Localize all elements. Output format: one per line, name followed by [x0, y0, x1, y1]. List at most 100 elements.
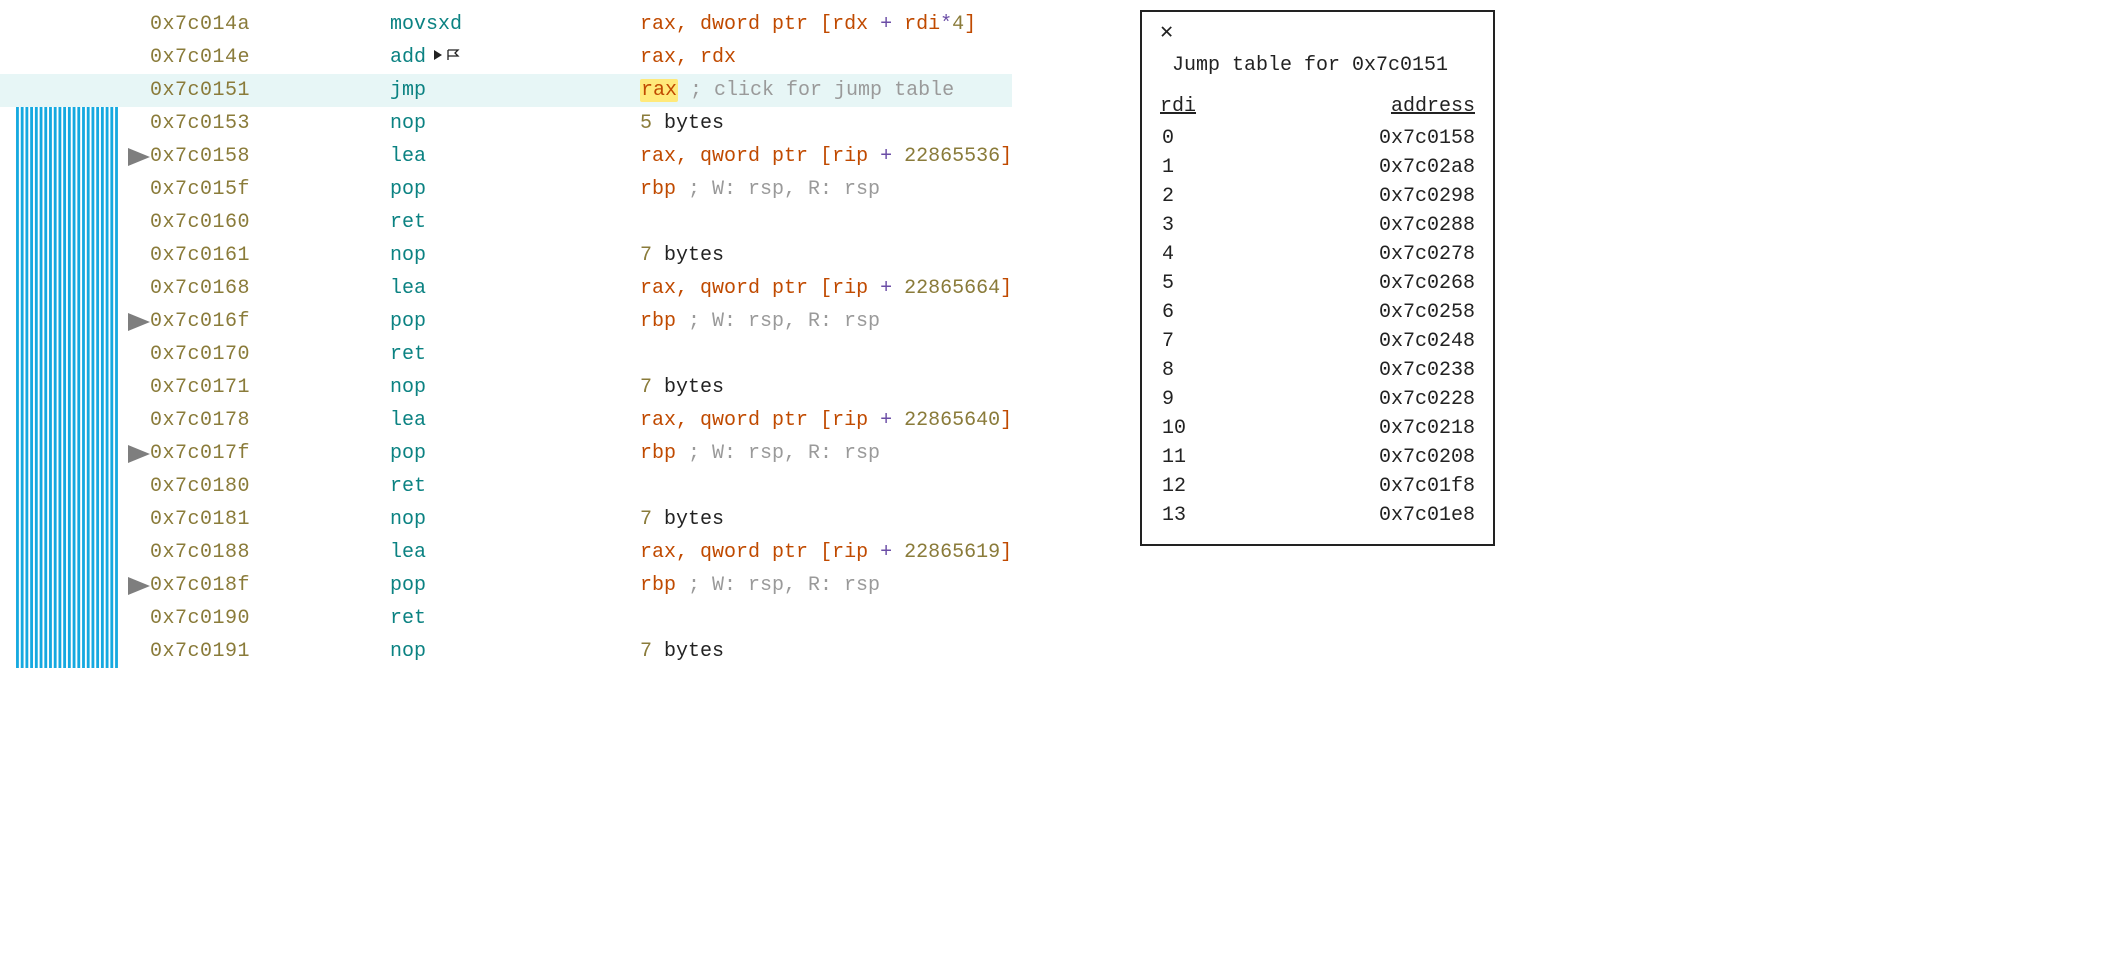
address: 0x7c0190	[150, 602, 390, 635]
operand-token: ,	[676, 13, 700, 36]
jump-table-address: 0x7c0218	[1246, 414, 1475, 443]
operand-token: ]	[1000, 409, 1012, 432]
disassembly-row[interactable]: 0x7c0168learax, qword ptr [rip + 2286566…	[0, 272, 1012, 305]
disassembly-row[interactable]: 0x7c0180ret	[0, 470, 1012, 503]
close-icon[interactable]: ✕	[1160, 22, 1173, 44]
jump-table-row[interactable]: 20x7c0298	[1160, 182, 1475, 211]
operand-token: dword ptr	[700, 13, 820, 36]
operand-token: 22865536	[904, 145, 1000, 168]
jump-table-index: 12	[1160, 472, 1246, 501]
operand-token: ,	[676, 277, 700, 300]
disassembly-row[interactable]: 0x7c015fpoprbp ; W: rsp, R: rsp	[0, 173, 1012, 206]
disassembly-row[interactable]: 0x7c0161nop7 bytes	[0, 239, 1012, 272]
address: 0x7c0158	[150, 140, 390, 173]
jump-table-address: 0x7c0268	[1246, 269, 1475, 298]
disassembly-row[interactable]: 0x7c0151jmprax ; click for jump table	[0, 74, 1012, 107]
disassembly-row[interactable]: 0x7c014eaddrax, rdx	[0, 41, 1012, 74]
jump-table-row[interactable]: 50x7c0268	[1160, 269, 1475, 298]
operand-token: bytes	[652, 376, 724, 399]
jump-table-index: 2	[1160, 182, 1246, 211]
operand-token: rip	[832, 145, 868, 168]
disassembly-row[interactable]: 0x7c0171nop7 bytes	[0, 371, 1012, 404]
operand-token: qword ptr	[700, 145, 820, 168]
disassembly-row[interactable]: 0x7c018fpoprbp ; W: rsp, R: rsp	[0, 569, 1012, 602]
jump-table-row[interactable]: 100x7c0218	[1160, 414, 1475, 443]
jump-table-index: 7	[1160, 327, 1246, 356]
jump-table-row[interactable]: 60x7c0258	[1160, 298, 1475, 327]
jump-table-index: 6	[1160, 298, 1246, 327]
address: 0x7c0153	[150, 107, 390, 140]
operand-token: 7	[640, 376, 652, 399]
operand-token: ,	[676, 46, 700, 69]
operand-token: rax	[640, 277, 676, 300]
address: 0x7c018f	[150, 569, 390, 602]
mnemonic: lea	[390, 140, 640, 173]
jump-table-body: 00x7c015810x7c02a820x7c029830x7c028840x7…	[1160, 124, 1475, 530]
disassembly-row[interactable]: 0x7c0181nop7 bytes	[0, 503, 1012, 536]
disassembly-row[interactable]: 0x7c0178learax, qword ptr [rip + 2286564…	[0, 404, 1012, 437]
jump-table-index: 8	[1160, 356, 1246, 385]
operand-token: qword ptr	[700, 541, 820, 564]
jump-table-index: 1	[1160, 153, 1246, 182]
operand-token: ; W: rsp, R: rsp	[688, 574, 880, 597]
jump-table-row[interactable]: 120x7c01f8	[1160, 472, 1475, 501]
jump-table-row[interactable]: 10x7c02a8	[1160, 153, 1475, 182]
address: 0x7c0180	[150, 470, 390, 503]
operand-token: ,	[676, 145, 700, 168]
jump-table-address: 0x7c0288	[1246, 211, 1475, 240]
jump-table-address: 0x7c0158	[1246, 124, 1475, 153]
jump-table-row[interactable]: 30x7c0288	[1160, 211, 1475, 240]
disassembly-row[interactable]: 0x7c017fpoprbp ; W: rsp, R: rsp	[0, 437, 1012, 470]
operand-token: ]	[1000, 541, 1012, 564]
jump-table-index: 4	[1160, 240, 1246, 269]
operands: rax, qword ptr [rip + 22865640]	[640, 404, 1012, 437]
operand-token: 22865640	[904, 409, 1000, 432]
jump-table-row[interactable]: 110x7c0208	[1160, 443, 1475, 472]
operands: 5 bytes	[640, 107, 724, 140]
disassembly-row[interactable]: 0x7c0160ret	[0, 206, 1012, 239]
operands: rax, qword ptr [rip + 22865664]	[640, 272, 1012, 305]
operand-token: rdi	[904, 13, 940, 36]
disassembly-row[interactable]: 0x7c014amovsxdrax, dword ptr [rdx + rdi*…	[0, 8, 1012, 41]
address: 0x7c014a	[150, 8, 390, 41]
mnemonic: ret	[390, 206, 640, 239]
disassembly-row[interactable]: 0x7c0153nop5 bytes	[0, 107, 1012, 140]
address: 0x7c0168	[150, 272, 390, 305]
disassembly-row[interactable]: 0x7c0170ret	[0, 338, 1012, 371]
operand-token: 7	[640, 508, 652, 531]
jump-table-row[interactable]: 00x7c0158	[1160, 124, 1475, 153]
jump-table-index: 3	[1160, 211, 1246, 240]
operand-token: [	[820, 409, 832, 432]
mnemonic: nop	[390, 107, 640, 140]
jump-table-address: 0x7c02a8	[1246, 153, 1475, 182]
operand-token: ; W: rsp, R: rsp	[688, 178, 880, 201]
operand-token: rbp	[640, 178, 676, 201]
disassembly-row[interactable]: 0x7c0158learax, qword ptr [rip + 2286553…	[0, 140, 1012, 173]
disassembly-row[interactable]: 0x7c016fpoprbp ; W: rsp, R: rsp	[0, 305, 1012, 338]
operand-token: rax	[640, 145, 676, 168]
jump-table-row[interactable]: 70x7c0248	[1160, 327, 1475, 356]
mnemonic: pop	[390, 305, 640, 338]
breakpoint-flags-icon[interactable]	[432, 48, 464, 62]
operand-token: ,	[676, 409, 700, 432]
operand-token: qword ptr	[700, 277, 820, 300]
operand-token: [	[820, 145, 832, 168]
disassembly-row[interactable]: 0x7c0188learax, qword ptr [rip + 2286561…	[0, 536, 1012, 569]
disassembly-row[interactable]: 0x7c0191nop7 bytes	[0, 635, 1012, 668]
mnemonic: pop	[390, 173, 640, 206]
jump-table-row[interactable]: 40x7c0278	[1160, 240, 1475, 269]
operand-token[interactable]: rax	[640, 79, 678, 102]
disassembly-row[interactable]: 0x7c0190ret	[0, 602, 1012, 635]
jump-table-row[interactable]: 90x7c0228	[1160, 385, 1475, 414]
jump-table-address: 0x7c0298	[1246, 182, 1475, 211]
operands: rbp ; W: rsp, R: rsp	[640, 437, 880, 470]
operand-token: rax	[640, 409, 676, 432]
jump-table-row[interactable]: 130x7c01e8	[1160, 501, 1475, 530]
address: 0x7c0160	[150, 206, 390, 239]
address: 0x7c015f	[150, 173, 390, 206]
jump-table-address: 0x7c0248	[1246, 327, 1475, 356]
address: 0x7c0178	[150, 404, 390, 437]
jump-table-row[interactable]: 80x7c0238	[1160, 356, 1475, 385]
operand-token	[678, 79, 690, 102]
disassembly-listing: 0x7c014amovsxdrax, dword ptr [rdx + rdi*…	[0, 0, 1012, 668]
